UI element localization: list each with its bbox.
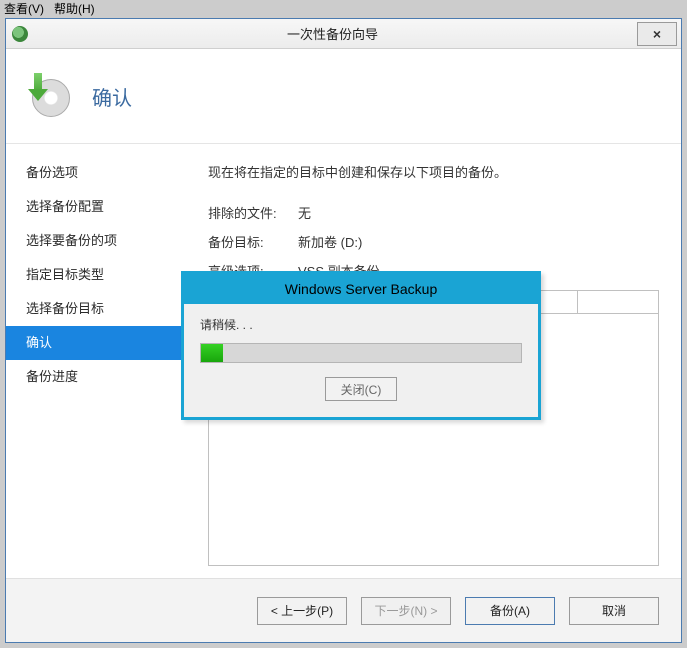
sidebar-item-select-config[interactable]: 选择备份配置 [6, 190, 186, 224]
kv-val: 新加卷 (D:) [298, 232, 362, 251]
kv-row-target: 备份目标: 新加卷 (D:) [208, 232, 659, 251]
titlebar: 一次性备份向导 × [6, 19, 681, 49]
backup-button[interactable]: 备份(A) [465, 597, 555, 625]
cancel-button[interactable]: 取消 [569, 597, 659, 625]
page-heading: 确认 [92, 82, 132, 111]
kv-key: 备份目标: [208, 232, 298, 251]
prev-button[interactable]: < 上一步(P) [257, 597, 347, 625]
sidebar-item-select-items[interactable]: 选择要备份的项 [6, 224, 186, 258]
dialog-close-button: 关闭(C) [325, 377, 397, 401]
progress-bar [200, 343, 522, 363]
app-icon [12, 26, 28, 42]
menubar-fragment: 查看(V) 帮助(H) [0, 0, 95, 18]
kv-key: 排除的文件: [208, 203, 298, 222]
window-close-button[interactable]: × [637, 22, 677, 46]
dialog-body: 请稍候. . . 关闭(C) [184, 304, 538, 417]
sidebar: 备份选项 选择备份配置 选择要备份的项 指定目标类型 选择备份目标 确认 备份进… [6, 144, 186, 578]
kv-row-excluded: 排除的文件: 无 [208, 203, 659, 222]
window-title: 一次性备份向导 [28, 24, 637, 43]
intro-text: 现在将在指定的目标中创建和保存以下项目的备份。 [208, 162, 659, 181]
menu-help[interactable]: 帮助(H) [54, 2, 95, 16]
sidebar-item-select-dest[interactable]: 选择备份目标 [6, 292, 186, 326]
menu-view[interactable]: 查看(V) [4, 2, 44, 16]
kv-val: 无 [298, 203, 311, 222]
sidebar-item-dest-type[interactable]: 指定目标类型 [6, 258, 186, 292]
progress-fill [201, 344, 223, 362]
sidebar-item-backup-options[interactable]: 备份选项 [6, 156, 186, 190]
sidebar-item-progress[interactable]: 备份进度 [6, 360, 186, 394]
next-button: 下一步(N) > [361, 597, 451, 625]
dialog-title: Windows Server Backup [184, 274, 538, 304]
wizard-window: 一次性备份向导 × 确认 备份选项 选择备份配置 选择要备份的项 指定目标类型 … [5, 18, 682, 643]
backup-icon [26, 73, 72, 119]
progress-dialog: Windows Server Backup 请稍候. . . 关闭(C) [181, 271, 541, 420]
sidebar-item-confirm[interactable]: 确认 [6, 326, 186, 360]
dialog-message: 请稍候. . . [200, 316, 522, 333]
header-strip: 确认 [6, 49, 681, 144]
footer: < 上一步(P) 下一步(N) > 备份(A) 取消 [6, 578, 681, 642]
